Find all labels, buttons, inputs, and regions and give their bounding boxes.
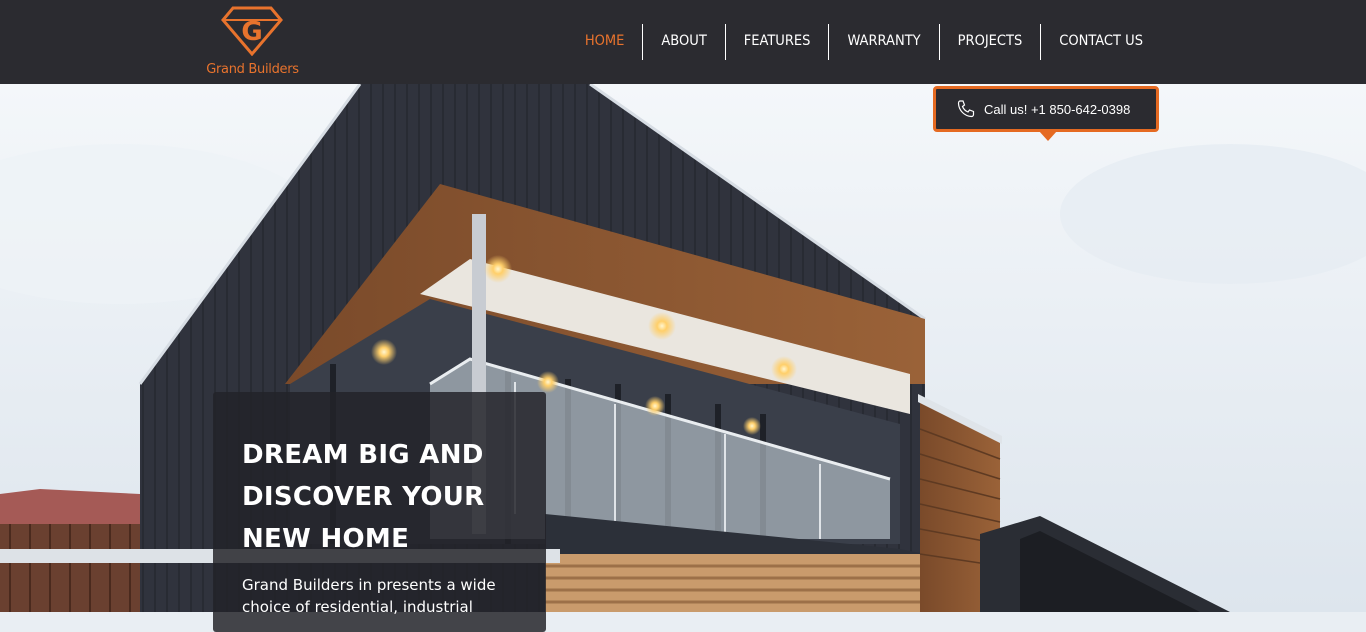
call-us-text: Call us! +1 850-642-0398 xyxy=(984,101,1131,117)
main-nav: HOME ABOUT FEATURES WARRANTY PROJECTS CO… xyxy=(567,24,1161,60)
nav-item-projects[interactable]: PROJECTS xyxy=(938,24,1041,60)
nav-item-home[interactable]: HOME xyxy=(567,24,643,60)
nav-item-contact-us[interactable]: CONTACT US xyxy=(1040,24,1161,60)
hero-house-image xyxy=(0,84,1366,612)
hero-title: DREAM BIG AND DISCOVER YOUR NEW HOME xyxy=(242,440,485,554)
hero-text-panel: DREAM BIG AND DISCOVER YOUR NEW HOME Gra… xyxy=(213,392,546,632)
logo-diamond-icon: G xyxy=(221,6,283,56)
brand-name: Grand Builders xyxy=(206,62,299,77)
callout-pointer xyxy=(1039,131,1057,141)
phone-icon xyxy=(957,100,975,118)
nav-item-about[interactable]: ABOUT xyxy=(642,24,724,60)
site-header: G Grand Builders HOME ABOUT FEATURES WAR… xyxy=(0,0,1366,84)
nav-item-features[interactable]: FEATURES xyxy=(724,24,829,60)
nav-item-warranty[interactable]: WARRANTY xyxy=(828,24,938,60)
hero-banner xyxy=(0,84,1366,612)
brand-logo[interactable]: G Grand Builders xyxy=(195,6,310,80)
call-us-callout[interactable]: Call us! +1 850-642-0398 xyxy=(933,86,1159,132)
logo-letter: G xyxy=(241,17,262,47)
hero-description: Grand Builders in presents a wide choice… xyxy=(242,576,496,616)
